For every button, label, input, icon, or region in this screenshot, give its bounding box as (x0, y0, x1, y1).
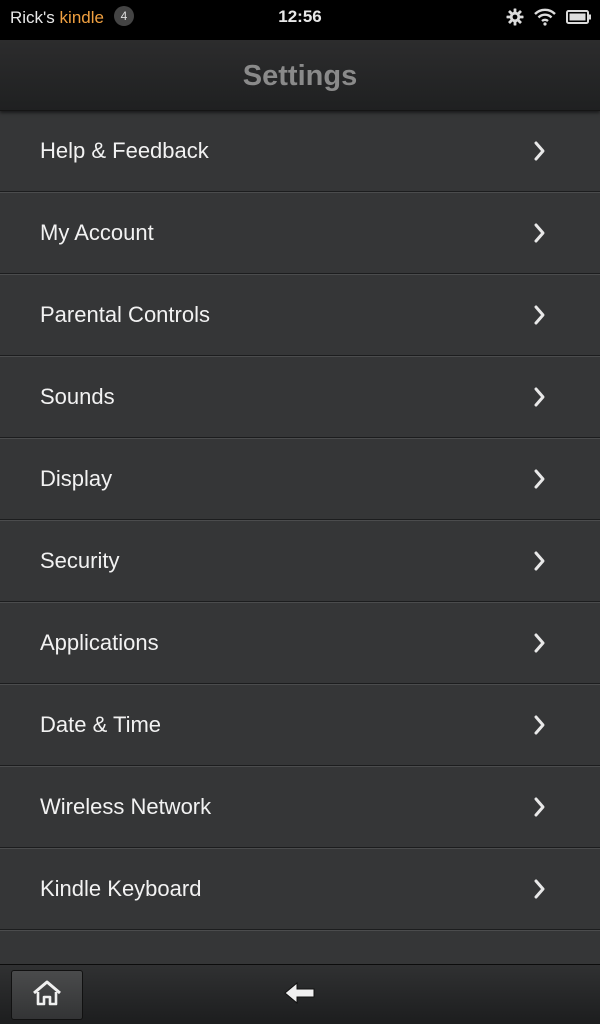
settings-item-partial[interactable] (0, 930, 600, 964)
settings-list: Help & Feedback My Account Parental Cont… (0, 110, 600, 964)
settings-item-sounds[interactable]: Sounds (0, 356, 600, 438)
chevron-right-icon (533, 714, 547, 736)
settings-item-applications[interactable]: Applications (0, 602, 600, 684)
status-icons (506, 6, 592, 28)
settings-item-parental-controls[interactable]: Parental Controls (0, 274, 600, 356)
settings-header: Settings (0, 40, 600, 111)
settings-item-help-feedback[interactable]: Help & Feedback (0, 110, 600, 192)
settings-item-kindle-keyboard[interactable]: Kindle Keyboard (0, 848, 600, 930)
settings-item-label: Sounds (40, 384, 115, 409)
status-bar: Rick's kindle 4 12:56 (0, 0, 600, 40)
settings-item-label: Kindle Keyboard (40, 876, 202, 901)
page-title: Settings (242, 60, 358, 92)
chevron-right-icon (533, 632, 547, 654)
settings-item-label: My Account (40, 220, 154, 245)
settings-item-label: Display (40, 466, 113, 491)
kindle-screen: Rick's kindle 4 12:56 Settings Help & Fe… (0, 0, 600, 1024)
settings-item-my-account[interactable]: My Account (0, 192, 600, 274)
chevron-right-icon (533, 222, 547, 244)
back-button[interactable] (270, 970, 330, 1020)
settings-item-label: Parental Controls (40, 302, 210, 327)
battery-icon[interactable] (566, 9, 592, 25)
chevron-right-icon (533, 140, 547, 162)
settings-item-wireless-network[interactable]: Wireless Network (0, 766, 600, 848)
settings-item-label: Date & Time (40, 712, 162, 737)
chevron-right-icon (533, 468, 547, 490)
settings-item-display[interactable]: Display (0, 438, 600, 520)
settings-item-label: Wireless Network (40, 794, 212, 819)
settings-item-date-time[interactable]: Date & Time (0, 684, 600, 766)
chevron-right-icon (533, 796, 547, 818)
wifi-icon[interactable] (534, 8, 556, 26)
gear-icon[interactable] (506, 8, 524, 26)
back-arrow-icon (283, 980, 317, 1011)
chevron-right-icon (533, 386, 547, 408)
settings-item-label: Help & Feedback (40, 138, 209, 163)
settings-item-security[interactable]: Security (0, 520, 600, 602)
chevron-right-icon (533, 550, 547, 572)
home-icon (31, 979, 63, 1012)
chevron-right-icon (533, 304, 547, 326)
settings-item-label: Security (40, 548, 120, 573)
settings-item-label: Applications (40, 630, 159, 655)
bottom-nav-bar (0, 964, 600, 1024)
home-button[interactable] (11, 970, 83, 1020)
chevron-right-icon (533, 878, 547, 900)
